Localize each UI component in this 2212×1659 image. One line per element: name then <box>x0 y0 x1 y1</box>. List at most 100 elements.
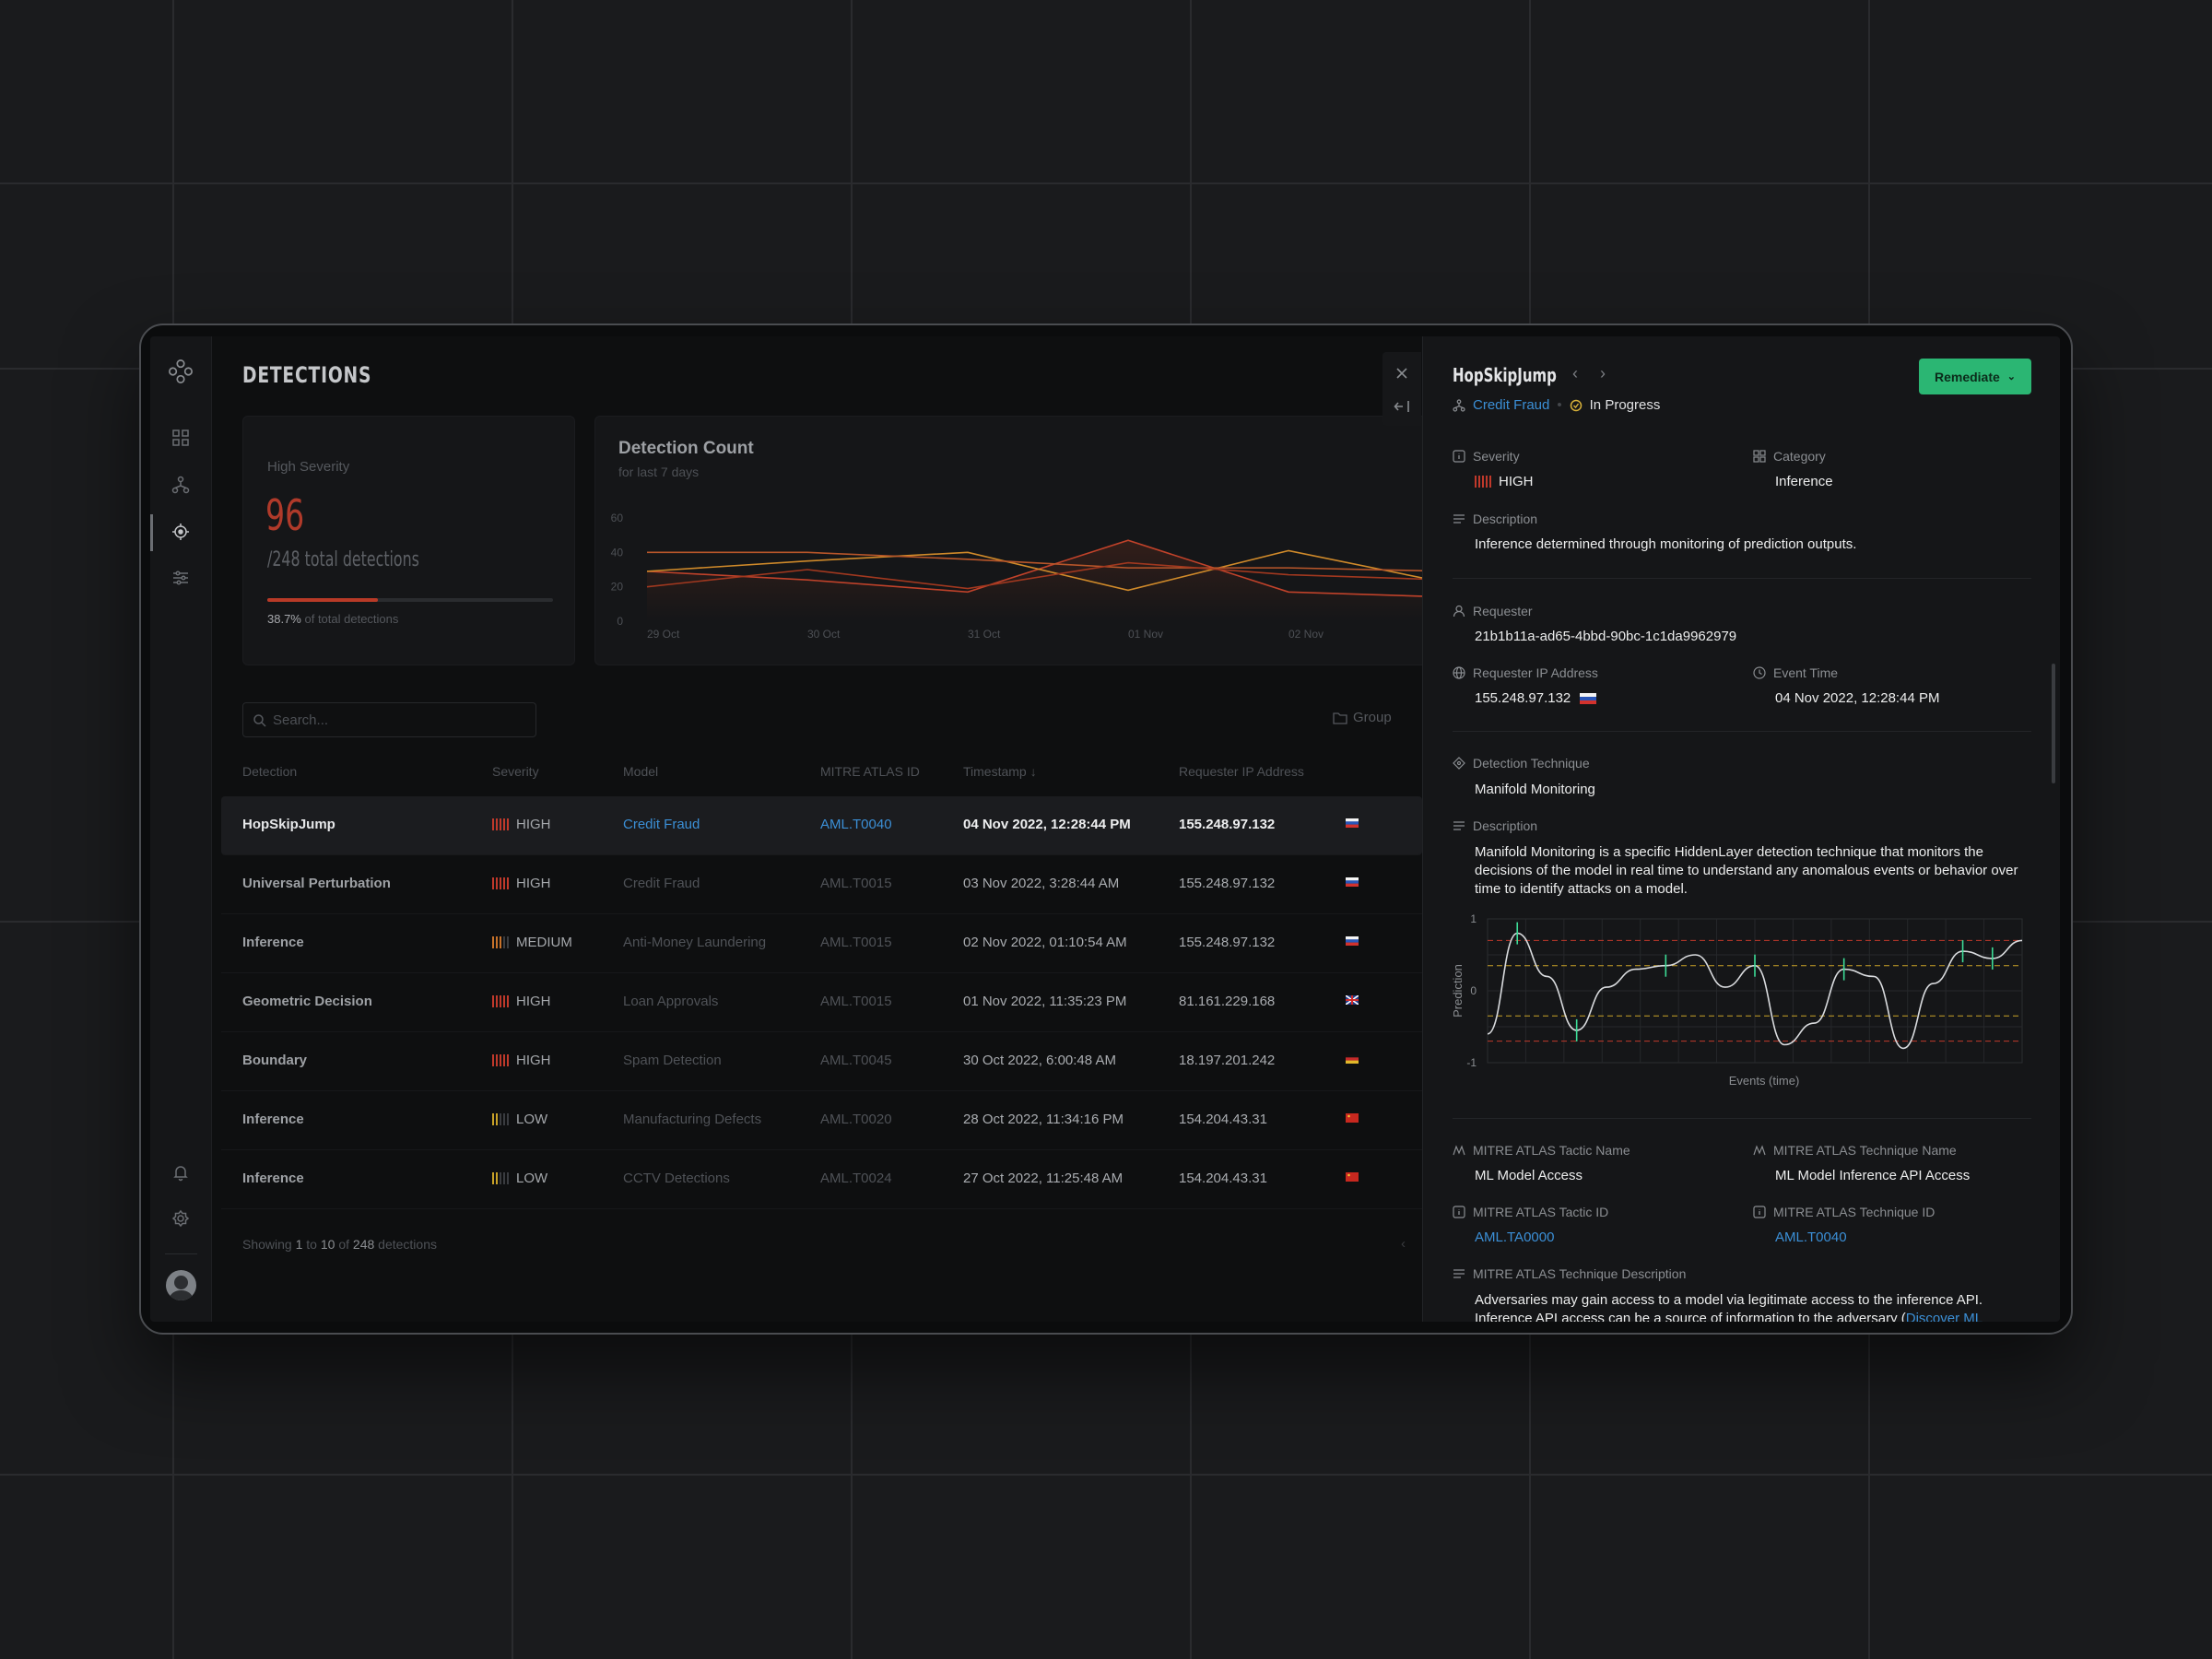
requester-label-text: Requester <box>1473 604 1533 618</box>
tactic-id-label-text: MITRE ATLAS Tactic ID <box>1473 1205 1609 1219</box>
close-icon[interactable] <box>1395 367 1408 380</box>
row-mitre-link[interactable]: AML.T0040 <box>820 817 892 832</box>
row-ip-address: 81.161.229.168 <box>1179 994 1276 1009</box>
text-lines-icon <box>1453 821 1465 830</box>
row-severity: MEDIUM <box>492 935 572 950</box>
column-header-model[interactable]: Model <box>623 764 658 779</box>
next-detection-button[interactable]: › <box>1600 364 1606 383</box>
discover-ml-link[interactable]: Discover ML <box>1906 1311 1983 1322</box>
severity-bars-icon <box>1475 476 1491 488</box>
table-row[interactable]: Inference LOW Manufacturing Defects AML.T00… <box>221 1091 1422 1150</box>
column-header-ip[interactable]: Requester IP Address <box>1179 764 1304 779</box>
ip-label-text: Requester IP Address <box>1473 665 1598 680</box>
technique-id-link[interactable]: AML.T0040 <box>1775 1230 1847 1245</box>
row-ip-address: 154.204.43.31 <box>1179 1171 1267 1186</box>
sidebar-active-indicator <box>150 514 153 551</box>
row-severity: HIGH <box>492 994 551 1009</box>
dashboard-icon[interactable] <box>168 425 194 451</box>
row-mitre-link[interactable]: AML.T0024 <box>820 1171 892 1186</box>
row-mitre-link[interactable]: AML.T0015 <box>820 994 892 1009</box>
row-model-link[interactable]: Credit Fraud <box>623 817 700 832</box>
row-model-link[interactable]: Manufacturing Defects <box>623 1112 761 1127</box>
country-flag-icon <box>1346 936 1359 946</box>
description-label-text: Description <box>1473 512 1538 526</box>
column-header-timestamp[interactable]: Timestamp ↓ <box>963 764 1037 779</box>
row-ip-address: 155.248.97.132 <box>1179 817 1276 832</box>
user-avatar[interactable] <box>166 1270 196 1300</box>
high-severity-label: High Severity <box>267 459 350 475</box>
severity-bars-icon <box>492 1172 509 1184</box>
event-time-field-label: Event Time <box>1753 665 1838 680</box>
logo-icon[interactable] <box>168 359 194 384</box>
detail-subheader: Credit Fraud • In Progress <box>1453 397 1660 413</box>
row-model-link[interactable]: Anti-Money Laundering <box>623 935 766 950</box>
y-tick-label: 20 <box>611 581 624 594</box>
notifications-bell-icon[interactable] <box>168 1159 194 1185</box>
row-model-link[interactable]: Loan Approvals <box>623 994 718 1009</box>
row-severity: HIGH <box>492 876 551 891</box>
pagination-to: 10 <box>320 1237 335 1252</box>
y-tick-label: -1 <box>1466 1056 1477 1069</box>
severity-bars-icon <box>492 1113 509 1125</box>
table-row[interactable]: HopSkipJump HIGH Credit Fraud AML.T0040 04 N… <box>221 796 1422 855</box>
row-severity: HIGH <box>492 817 551 832</box>
row-detection-name: Inference <box>242 935 304 950</box>
tactic-id-link[interactable]: AML.TA0000 <box>1475 1230 1554 1245</box>
settings-sliders-icon[interactable] <box>168 565 194 591</box>
country-flag-icon <box>1346 877 1359 887</box>
country-flag-icon <box>1346 995 1359 1005</box>
panel-divider <box>1453 731 2031 732</box>
row-ip-address: 155.248.97.132 <box>1179 876 1276 891</box>
search-box[interactable] <box>242 702 536 737</box>
event-time-label-text: Event Time <box>1773 665 1839 680</box>
row-mitre-link[interactable]: AML.T0020 <box>820 1112 892 1127</box>
table-row[interactable]: Inference MEDIUM Anti-Money Laundering AML.… <box>221 914 1422 973</box>
russia-flag-icon <box>1580 692 1597 704</box>
row-mitre-link[interactable]: AML.T0015 <box>820 876 892 891</box>
clock-icon <box>1753 666 1766 679</box>
atlas-description-value: Adversaries may gain access to a model v… <box>1475 1291 2031 1322</box>
ip-field-value: 155.248.97.132 <box>1475 690 1597 706</box>
row-severity-text: HIGH <box>516 994 551 1009</box>
remediate-button[interactable]: Remediate ⌄ <box>1919 359 2031 394</box>
search-input[interactable] <box>273 711 522 729</box>
panel-scrollbar[interactable] <box>2052 664 2055 783</box>
severity-bars-icon <box>492 818 509 830</box>
row-mitre-link[interactable]: AML.T0045 <box>820 1053 892 1068</box>
gear-icon[interactable] <box>168 1206 194 1231</box>
row-detection-name: Geometric Decision <box>242 994 372 1009</box>
remediate-label: Remediate <box>1934 369 2000 384</box>
atlas-description-label: MITRE ATLAS Technique Description <box>1453 1266 1686 1281</box>
column-header-mitre-id[interactable]: MITRE ATLAS ID <box>820 764 920 779</box>
detail-model-link[interactable]: Credit Fraud <box>1473 397 1549 413</box>
prediction-chart: 1 0 -1 Prediction Events (time) <box>1451 912 2023 1088</box>
requester-value: 21b1b11a-ad65-4bbd-90bc-1c1da9962979 <box>1475 629 1737 644</box>
detail-status: In Progress <box>1589 397 1661 413</box>
models-icon[interactable] <box>168 472 194 498</box>
total-detections-text: /248 total detections <box>267 548 419 571</box>
column-header-detection[interactable]: Detection <box>242 764 297 779</box>
table-row[interactable]: Universal Perturbation HIGH Credit Fraud AM… <box>221 855 1422 914</box>
column-header-severity[interactable]: Severity <box>492 764 539 779</box>
row-model-link[interactable]: Credit Fraud <box>623 876 700 891</box>
row-mitre-link[interactable]: AML.T0015 <box>820 935 892 950</box>
high-severity-count: 96 <box>265 490 305 540</box>
mitre-icon <box>1453 1145 1465 1156</box>
category-field-label: Category <box>1753 449 1826 464</box>
technique-value: Manifold Monitoring <box>1475 782 1595 797</box>
table-row[interactable]: Boundary HIGH Spam Detection AML.T0045 30 Oc… <box>221 1032 1422 1091</box>
collapse-panel-icon[interactable] <box>1394 400 1410 413</box>
row-model-link[interactable]: Spam Detection <box>623 1053 722 1068</box>
prev-detection-button[interactable]: ‹ <box>1572 364 1578 383</box>
ip-value-text: 155.248.97.132 <box>1475 690 1571 706</box>
table-row[interactable]: Geometric Decision HIGH Loan Approvals AML.… <box>221 973 1422 1032</box>
row-model-link[interactable]: CCTV Detections <box>623 1171 730 1186</box>
category-label-text: Category <box>1773 449 1826 464</box>
pagination-prev-button[interactable]: ‹ <box>1401 1236 1406 1252</box>
country-flag-icon <box>1346 1113 1359 1123</box>
table-row[interactable]: Inference LOW CCTV Detections AML.T0024 27 O… <box>221 1150 1422 1209</box>
row-timestamp: 27 Oct 2022, 11:25:48 AM <box>963 1171 1124 1186</box>
detections-icon[interactable] <box>168 519 194 545</box>
row-timestamp: 02 Nov 2022, 01:10:54 AM <box>963 935 1127 950</box>
group-button[interactable]: Group <box>1333 710 1392 725</box>
